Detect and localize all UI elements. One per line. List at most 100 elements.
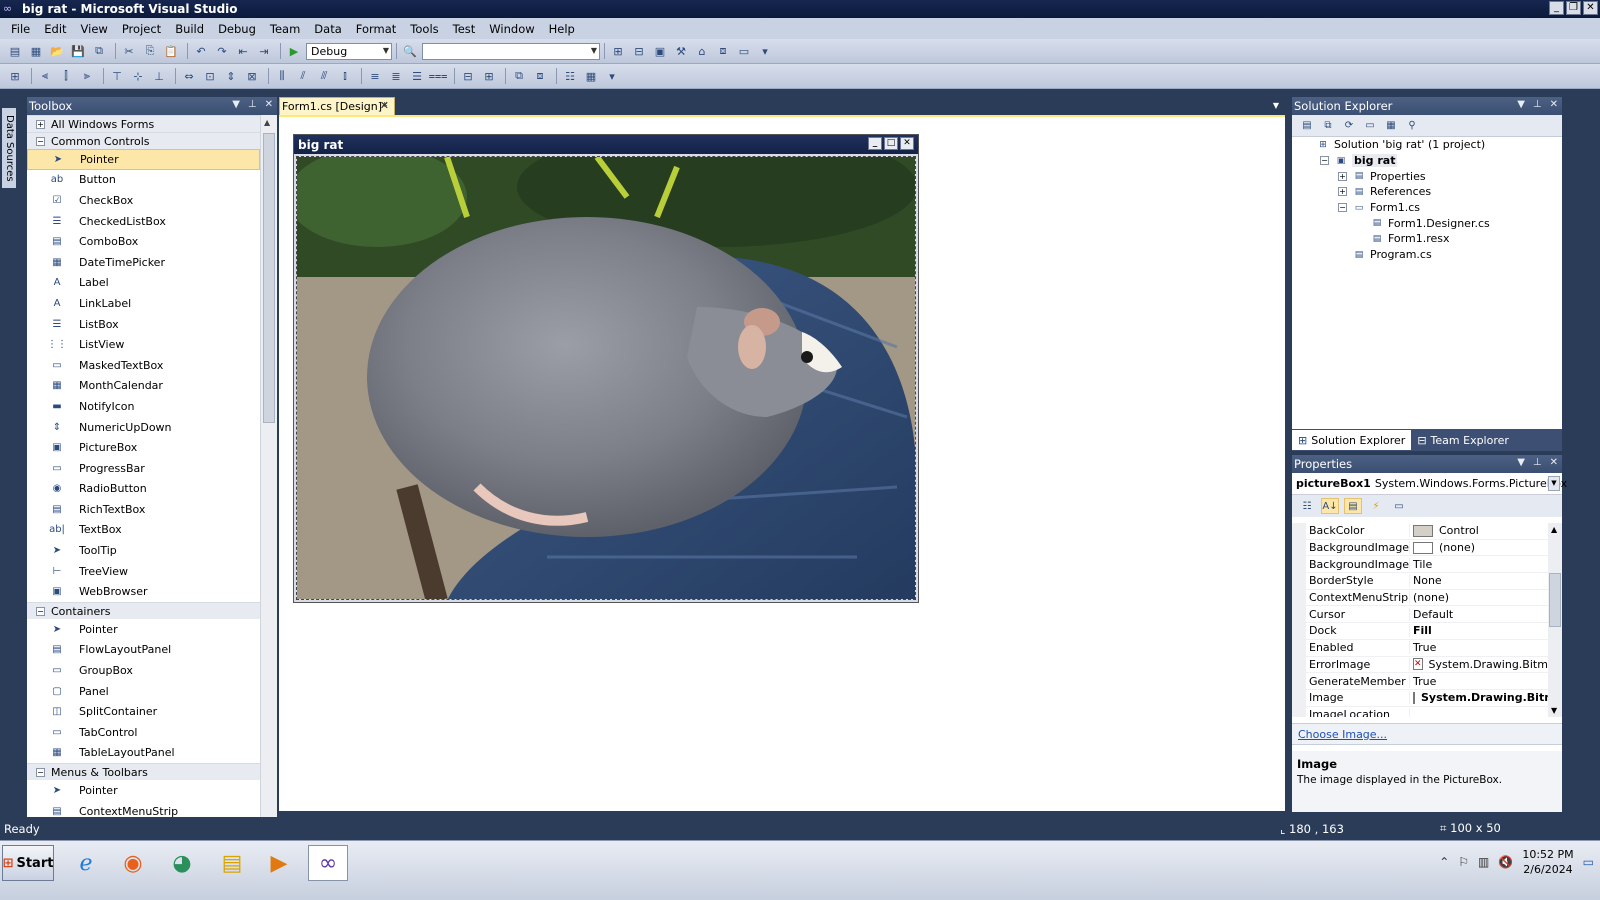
toolbox-icon[interactable]: ⚒	[672, 43, 690, 59]
toolbar-options-icon[interactable]: ▾	[603, 68, 621, 84]
toolbox-item[interactable]: ☰ ListBox	[27, 314, 260, 335]
toolbox-item[interactable]: ▭ GroupBox	[27, 660, 260, 681]
toolbox-item[interactable]: ▦ TableLayoutPanel	[27, 743, 260, 764]
h-spacing-remove-icon[interactable]: ⫾	[336, 68, 354, 84]
pin-icon[interactable]: ⊥	[248, 99, 257, 110]
property-value[interactable]: (none)	[1410, 591, 1548, 604]
toolbox-scrollbar[interactable]: ▲ ▼	[260, 115, 277, 829]
expand-icon[interactable]: +	[1294, 693, 1303, 702]
view-code-icon[interactable]: ▭	[1361, 119, 1379, 133]
window-position-dropdown-icon[interactable]: ▼	[1517, 99, 1525, 110]
solution-configuration-select[interactable]: Debug ▼	[306, 42, 392, 60]
property-row[interactable]: ContextMenuStrip (none)	[1306, 590, 1548, 607]
toolbox-category[interactable]: − Containers	[27, 602, 260, 620]
menu-debug[interactable]: Debug	[211, 22, 263, 36]
property-value[interactable]: System.Drawing.Bitmap	[1410, 691, 1548, 704]
action-center-flag-icon[interactable]: ⚐	[1458, 855, 1469, 869]
toolbox-item[interactable]: ▦ DateTimePicker	[27, 252, 260, 273]
tree-node[interactable]: ▤ Form1.resx	[1292, 231, 1562, 247]
toolbox-item[interactable]: A LinkLabel	[27, 293, 260, 314]
toolbox-item[interactable]: ◫ SplitContainer	[27, 701, 260, 722]
volume-muted-icon[interactable]: 🔇	[1498, 855, 1513, 869]
close-button[interactable]: ✕	[1583, 1, 1598, 15]
property-pages-icon[interactable]: ▭	[1390, 498, 1408, 514]
toolbox-item[interactable]: ▭ MaskedTextBox	[27, 355, 260, 376]
pin-icon[interactable]: ⊥	[1533, 457, 1542, 468]
make-same-size-icon[interactable]: ⊠	[243, 68, 261, 84]
toolbox-category[interactable]: − Common Controls	[27, 132, 260, 149]
toolbar-options-icon[interactable]: ▾	[756, 43, 774, 59]
collapse-icon[interactable]: −	[36, 767, 45, 777]
save-all-icon[interactable]: ⧉	[90, 43, 108, 59]
center-horizontally-icon[interactable]: ⊟	[459, 68, 477, 84]
toolbox-category[interactable]: − Menus & Toolbars	[27, 763, 260, 781]
property-value[interactable]: ✕ System.Drawing.Bitmap	[1410, 658, 1548, 671]
object-selector[interactable]: pictureBox1 System.Windows.Forms.Picture…	[1292, 473, 1567, 495]
make-same-height-icon[interactable]: ⇕	[222, 68, 240, 84]
property-row[interactable]: GenerateMember True	[1306, 673, 1548, 690]
active-files-dropdown-icon[interactable]: ▼	[1273, 101, 1279, 110]
new-project-icon[interactable]: ▤	[6, 43, 24, 59]
window-position-dropdown-icon[interactable]: ▼	[232, 99, 240, 110]
close-icon[interactable]: ✕	[1550, 457, 1558, 468]
toolbox-item[interactable]: ➤ Pointer	[27, 780, 260, 801]
toolbox-item[interactable]: ▤ ComboBox	[27, 231, 260, 252]
toolbox-category[interactable]: + All Windows Forms	[27, 115, 260, 132]
extension-manager-icon[interactable]: ⧈	[714, 43, 732, 59]
toolbox-item[interactable]: ➤ ToolTip	[27, 540, 260, 561]
v-spacing-increase-icon[interactable]: ≣	[387, 68, 405, 84]
refresh-icon[interactable]: ⟳	[1340, 119, 1358, 133]
property-row[interactable]: +ImageSystem.Drawing.Bitmap	[1306, 690, 1548, 707]
tree-node[interactable]: ▤ Program.cs	[1292, 247, 1562, 263]
find-in-files-icon[interactable]: 🔍	[401, 43, 419, 59]
start-button[interactable]: ⊞ Start	[2, 845, 54, 881]
menu-team[interactable]: Team	[263, 22, 307, 36]
restore-button[interactable]: ❐	[1566, 1, 1581, 15]
collapse-icon[interactable]: −	[1320, 156, 1329, 166]
toolbox-item[interactable]: ☰ CheckedListBox	[27, 211, 260, 232]
tree-node[interactable]: ▤ Form1.Designer.cs	[1292, 215, 1562, 231]
align-rights-icon[interactable]: ⫸	[78, 68, 96, 84]
collapse-icon[interactable]: −	[36, 606, 45, 616]
categorized-icon[interactable]: ☷	[1298, 498, 1316, 514]
browser-icon[interactable]: ◕	[162, 845, 202, 881]
property-value[interactable]: Default	[1410, 608, 1548, 621]
tree-node[interactable]: + ▤ References	[1292, 184, 1562, 200]
menu-window[interactable]: Window	[482, 22, 541, 36]
align-bottoms-icon[interactable]: ⊥	[150, 68, 168, 84]
menu-build[interactable]: Build	[168, 22, 211, 36]
open-file-icon[interactable]: 📂	[48, 43, 66, 59]
start-page-icon[interactable]: ⌂	[693, 43, 711, 59]
undo-icon[interactable]: ↶	[192, 43, 210, 59]
cut-icon[interactable]: ✂	[120, 43, 138, 59]
collapse-icon[interactable]: −	[36, 136, 45, 146]
properties-view-icon[interactable]: ▤	[1344, 498, 1362, 514]
toolbox-item[interactable]: ▭ TabControl	[27, 722, 260, 743]
toolbox-item[interactable]: ➤ Pointer	[27, 149, 260, 170]
menu-view[interactable]: View	[74, 22, 115, 36]
menu-project[interactable]: Project	[115, 22, 168, 36]
alphabetical-icon[interactable]: A↓	[1321, 498, 1339, 514]
align-lefts-icon[interactable]: ⫷	[36, 68, 54, 84]
align-to-grid-icon[interactable]: ⊞	[6, 68, 24, 84]
tree-node[interactable]: + ▤ Properties	[1292, 168, 1562, 184]
menu-edit[interactable]: Edit	[37, 22, 73, 36]
data-sources-tab[interactable]: Data Sources	[2, 108, 16, 188]
close-tab-icon[interactable]: ✕	[380, 99, 389, 112]
show-all-files-icon[interactable]: ⧉	[1319, 119, 1337, 133]
collapse-icon[interactable]: −	[1338, 203, 1347, 213]
show-hidden-icons-icon[interactable]: ⌃	[1439, 855, 1449, 869]
toolbox-item[interactable]: ➤ Pointer	[27, 619, 260, 640]
window-position-dropdown-icon[interactable]: ▼	[1517, 457, 1525, 468]
form-designer-window[interactable]: big rat _ □ ✕	[293, 134, 919, 603]
tab-team-explorer[interactable]: ⊟ Team Explorer	[1411, 430, 1515, 450]
toolbox-item[interactable]: ▬ NotifyIcon	[27, 396, 260, 417]
expand-icon[interactable]: +	[1338, 171, 1347, 181]
property-row[interactable]: BackgroundImageLayoutTile	[1306, 556, 1548, 574]
property-row[interactable]: Dock Fill	[1306, 623, 1548, 640]
internet-explorer-icon[interactable]: ℯ	[66, 845, 106, 881]
media-player-icon[interactable]: ▶	[259, 845, 299, 881]
size-to-grid-icon[interactable]: ⊡	[201, 68, 219, 84]
show-desktop-icon[interactable]: ▭	[1583, 855, 1594, 869]
expand-icon[interactable]: +	[1338, 187, 1347, 197]
